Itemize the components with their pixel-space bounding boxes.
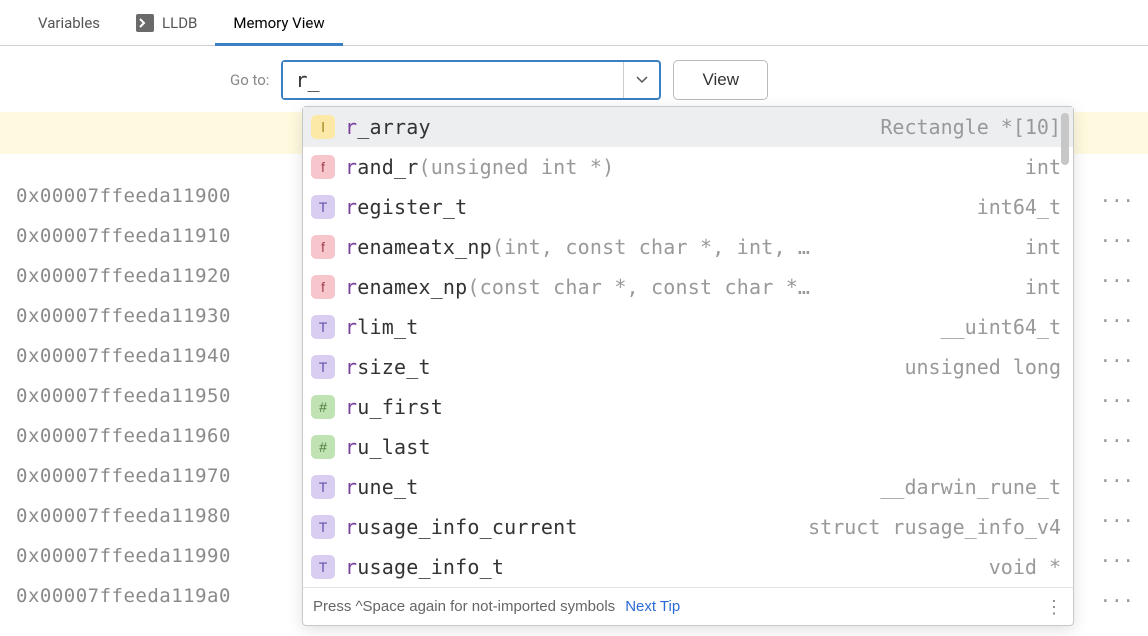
chevron-down-icon (636, 76, 648, 84)
memory-ascii: ... (1100, 216, 1134, 256)
dropdown-toggle[interactable] (623, 62, 659, 98)
kind-badge-icon: f (311, 235, 335, 259)
kind-badge-icon: # (311, 395, 335, 419)
tab-variables[interactable]: Variables (20, 0, 118, 45)
address-input[interactable] (283, 62, 623, 98)
more-options-icon[interactable]: ⋮ (1045, 601, 1063, 613)
view-button[interactable]: View (673, 60, 768, 100)
kind-badge-icon: l (311, 115, 335, 139)
completion-name: rusage_info_current (345, 515, 578, 539)
memory-ascii: ... (1100, 256, 1134, 296)
memory-ascii: ... (1100, 576, 1134, 616)
memory-address: 0x00007ffeeda11910 (16, 216, 231, 256)
autocomplete-item[interactable]: Trusage_info_current struct rusage_info_v… (303, 507, 1073, 547)
memory-address: 0x00007ffeeda11990 (16, 536, 231, 576)
autocomplete-item[interactable]: # ru_first (303, 387, 1073, 427)
kind-badge-icon: T (311, 475, 335, 499)
completion-name: renameatx_np(int, const char *, int, … (345, 235, 810, 259)
completion-type: void * (989, 555, 1061, 579)
memory-address: 0x00007ffeeda11920 (16, 256, 231, 296)
kind-badge-icon: f (311, 275, 335, 299)
completion-type: int (1025, 235, 1061, 259)
memory-ascii: ... (1100, 416, 1134, 456)
memory-address: 0x00007ffeeda119a0 (16, 576, 231, 616)
autocomplete-list: l r_array Rectangle *[10] f rand_r(unsigned … (303, 107, 1073, 587)
memory-address: 0x00007ffeeda11900 (16, 176, 231, 216)
memory-ascii: ... (1100, 496, 1134, 536)
kind-badge-icon: T (311, 515, 335, 539)
kind-badge-icon: # (311, 435, 335, 459)
completion-name: ru_first (345, 395, 443, 419)
completion-name: rune_t (345, 475, 418, 499)
tab-lldb[interactable]: LLDB (118, 0, 215, 45)
autocomplete-item[interactable]: f renamex_np(const char *, const char *… i… (303, 267, 1073, 307)
autocomplete-item[interactable]: Tregister_t int64_t (303, 187, 1073, 227)
completion-name: ru_last (345, 435, 431, 459)
completion-type: int (1025, 275, 1061, 299)
goto-label: Go to: (230, 71, 269, 89)
memory-ascii: ... (1100, 536, 1134, 576)
autocomplete-item[interactable]: Trusage_info_t void * (303, 547, 1073, 587)
completion-name: rusage_info_t (345, 555, 504, 579)
memory-controls: Go to: View (0, 46, 1148, 110)
autocomplete-item[interactable]: Trlim_t __uint64_t (303, 307, 1073, 347)
autocomplete-popup: l r_array Rectangle *[10] f rand_r(unsigned … (302, 106, 1074, 626)
completion-name: renamex_np(const char *, const char *… (345, 275, 810, 299)
tab-label: LLDB (162, 14, 197, 32)
autocomplete-item[interactable]: Trune_t __darwin_rune_t (303, 467, 1073, 507)
completion-type: int (1025, 155, 1061, 179)
autocomplete-item[interactable]: f renameatx_np(int, const char *, int, … i… (303, 227, 1073, 267)
footer-hint: Press ^Space again for not-imported symb… (313, 598, 615, 615)
address-combobox[interactable] (281, 60, 661, 100)
completion-type: Rectangle *[10] (880, 115, 1061, 139)
kind-badge-icon: f (311, 155, 335, 179)
autocomplete-item[interactable]: l r_array Rectangle *[10] (303, 107, 1073, 147)
memory-ascii: ... (1100, 296, 1134, 336)
tab-label: Variables (38, 14, 100, 32)
memory-address: 0x00007ffeeda11980 (16, 496, 231, 536)
memory-address: 0x00007ffeeda11960 (16, 416, 231, 456)
completion-type: struct rusage_info_v4 (808, 515, 1061, 539)
memory-ascii-column: ................................. (1100, 176, 1134, 616)
memory-address: 0x00007ffeeda11970 (16, 456, 231, 496)
memory-address-column: 0x00007ffeeda119000x00007ffeeda119100x00… (16, 176, 231, 616)
autocomplete-item[interactable]: f rand_r(unsigned int *) int (303, 147, 1073, 187)
completion-name: r_array (345, 115, 431, 139)
memory-ascii: ... (1100, 456, 1134, 496)
kind-badge-icon: T (311, 315, 335, 339)
tab-memory-view[interactable]: Memory View (215, 0, 342, 45)
memory-address: 0x00007ffeeda11930 (16, 296, 231, 336)
kind-badge-icon: T (311, 195, 335, 219)
autocomplete-item[interactable]: Trsize_t unsigned long (303, 347, 1073, 387)
completion-type: __uint64_t (941, 315, 1061, 339)
memory-ascii: ... (1100, 336, 1134, 376)
scrollbar-thumb[interactable] (1061, 113, 1069, 165)
completion-name: rsize_t (345, 355, 431, 379)
memory-ascii: ... (1100, 176, 1134, 216)
completion-type: __darwin_rune_t (880, 475, 1061, 499)
completion-name: rand_r(unsigned int *) (345, 155, 614, 179)
completion-type: unsigned long (904, 355, 1061, 379)
kind-badge-icon: T (311, 555, 335, 579)
autocomplete-item[interactable]: # ru_last (303, 427, 1073, 467)
completion-name: rlim_t (345, 315, 418, 339)
completion-type: int64_t (977, 195, 1061, 219)
next-tip-link[interactable]: Next Tip (625, 598, 680, 615)
memory-address: 0x00007ffeeda11950 (16, 376, 231, 416)
kind-badge-icon: T (311, 355, 335, 379)
debugger-tabs: Variables LLDB Memory View (0, 0, 1148, 46)
completion-name: register_t (345, 195, 467, 219)
memory-ascii: ... (1100, 376, 1134, 416)
tab-label: Memory View (233, 14, 324, 32)
memory-address: 0x00007ffeeda11940 (16, 336, 231, 376)
console-icon (136, 14, 154, 32)
autocomplete-footer: Press ^Space again for not-imported symb… (303, 587, 1073, 625)
